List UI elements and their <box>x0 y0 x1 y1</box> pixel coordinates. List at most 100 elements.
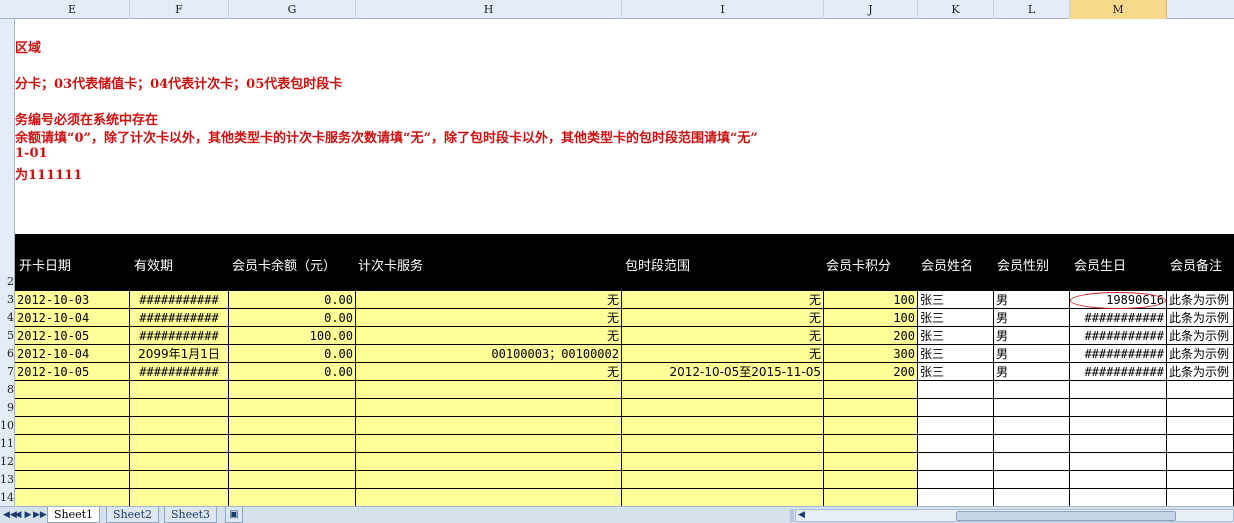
empty-cell[interactable] <box>356 381 622 399</box>
header-open-date[interactable]: 开卡日期 <box>19 255 71 274</box>
cell-validity[interactable]: ########### <box>130 309 229 327</box>
row-number[interactable]: 9 <box>0 401 14 414</box>
row-number[interactable]: 12 <box>0 455 14 468</box>
scrollbar-thumb[interactable] <box>956 511 1176 521</box>
cell-member-birthday[interactable]: ########### <box>1070 345 1167 363</box>
cell-points[interactable]: 300 <box>824 345 918 363</box>
cell-member-gender[interactable]: 男 <box>994 309 1070 327</box>
cell-time-range[interactable]: 无 <box>622 309 824 327</box>
cell-member-gender[interactable]: 男 <box>994 327 1070 345</box>
empty-cell[interactable] <box>15 381 130 399</box>
header-count-service[interactable]: 计次卡服务 <box>358 255 423 274</box>
header-member-name[interactable]: 会员姓名 <box>921 255 973 274</box>
empty-cell[interactable] <box>994 471 1070 489</box>
empty-cell[interactable] <box>130 453 229 471</box>
empty-cell[interactable] <box>824 381 918 399</box>
horizontal-scrollbar[interactable]: ◀ <box>795 509 1234 522</box>
empty-cell[interactable] <box>229 489 356 506</box>
empty-cell[interactable] <box>1070 417 1167 435</box>
column-header-k[interactable]: K <box>918 0 994 19</box>
empty-cell[interactable] <box>229 399 356 417</box>
sheet-tab-sheet1[interactable]: Sheet1 <box>47 507 101 523</box>
empty-cell[interactable] <box>1167 453 1234 471</box>
empty-cell[interactable] <box>229 435 356 453</box>
cell-member-note[interactable]: 此条为示例 <box>1167 327 1234 345</box>
empty-cell[interactable] <box>130 489 229 506</box>
row-number[interactable]: 2 <box>0 275 14 288</box>
cell-open-date[interactable]: 2012-10-04 <box>15 345 130 363</box>
tab-split-handle[interactable] <box>790 509 794 522</box>
cell-points[interactable]: 200 <box>824 363 918 381</box>
empty-cell[interactable] <box>1070 453 1167 471</box>
next-sheet-button[interactable]: ▶ <box>23 508 33 522</box>
cell-count-service[interactable]: 无 <box>356 309 622 327</box>
column-header-i[interactable]: I <box>622 0 824 19</box>
cell-balance[interactable]: 100.00 <box>229 327 356 345</box>
header-member-gender[interactable]: 会员性别 <box>997 255 1049 274</box>
column-header-f[interactable]: F <box>130 0 229 19</box>
column-header-g[interactable]: G <box>229 0 356 19</box>
row-number[interactable]: 4 <box>0 311 14 324</box>
cell-count-service[interactable]: 00100003；00100002 <box>356 345 622 363</box>
cell-member-name[interactable]: 张三 <box>918 291 994 309</box>
cell-member-name[interactable]: 张三 <box>918 345 994 363</box>
header-points[interactable]: 会员卡积分 <box>826 255 891 274</box>
empty-cell[interactable] <box>622 471 824 489</box>
empty-cell[interactable] <box>622 417 824 435</box>
header-validity[interactable]: 有效期 <box>134 255 173 274</box>
empty-cell[interactable] <box>1167 471 1234 489</box>
empty-cell[interactable] <box>229 453 356 471</box>
empty-cell[interactable] <box>356 453 622 471</box>
empty-cell[interactable] <box>918 417 994 435</box>
empty-cell[interactable] <box>918 489 994 506</box>
row-number[interactable]: 8 <box>0 383 14 396</box>
cell-open-date[interactable]: 2012-10-05 <box>15 327 130 345</box>
cell-member-birthday[interactable]: ########### <box>1070 327 1167 345</box>
empty-cell[interactable] <box>1070 471 1167 489</box>
cell-member-gender[interactable]: 男 <box>994 363 1070 381</box>
cell-member-gender[interactable]: 男 <box>994 291 1070 309</box>
empty-cell[interactable] <box>622 489 824 506</box>
insert-sheet-icon[interactable]: ▣ <box>225 507 243 523</box>
row-number[interactable]: 5 <box>0 329 14 342</box>
column-header-j[interactable]: J <box>824 0 918 19</box>
cell-balance[interactable]: 0.00 <box>229 345 356 363</box>
empty-cell[interactable] <box>824 453 918 471</box>
cell-member-birthday[interactable]: ########### <box>1070 309 1167 327</box>
first-sheet-button[interactable]: ◀◀ <box>3 508 17 522</box>
cell-validity[interactable]: 2099年1月1日 <box>130 345 229 363</box>
empty-cell[interactable] <box>130 435 229 453</box>
sheet-tab-sheet3[interactable]: Sheet3 <box>164 507 218 523</box>
empty-cell[interactable] <box>994 381 1070 399</box>
cell-time-range[interactable]: 2012-10-05至2015-11-05 <box>622 363 824 381</box>
empty-cell[interactable] <box>229 381 356 399</box>
empty-cell[interactable] <box>356 435 622 453</box>
empty-cell[interactable] <box>918 399 994 417</box>
empty-cell[interactable] <box>622 381 824 399</box>
cell-count-service[interactable]: 无 <box>356 291 622 309</box>
scroll-left-icon[interactable]: ◀ <box>798 510 805 521</box>
empty-cell[interactable] <box>1070 489 1167 506</box>
empty-cell[interactable] <box>15 453 130 471</box>
cell-validity[interactable]: ########### <box>130 327 229 345</box>
empty-cell[interactable] <box>918 453 994 471</box>
cell-time-range[interactable]: 无 <box>622 345 824 363</box>
cell-member-note[interactable]: 此条为示例 <box>1167 309 1234 327</box>
prev-sheet-button[interactable]: ◀ <box>13 508 23 522</box>
cell-member-note[interactable]: 此条为示例 <box>1167 291 1234 309</box>
empty-cell[interactable] <box>994 435 1070 453</box>
cell-member-note[interactable]: 此条为示例 <box>1167 345 1234 363</box>
empty-cell[interactable] <box>1070 381 1167 399</box>
empty-cell[interactable] <box>356 399 622 417</box>
last-sheet-button[interactable]: ▶▶ <box>33 508 47 522</box>
empty-cell[interactable] <box>622 453 824 471</box>
header-balance[interactable]: 会员卡余额（元） <box>232 255 336 274</box>
empty-cell[interactable] <box>15 489 130 506</box>
empty-cell[interactable] <box>15 435 130 453</box>
empty-cell[interactable] <box>622 435 824 453</box>
row-number[interactable]: 10 <box>0 419 14 432</box>
empty-cell[interactable] <box>15 399 130 417</box>
row-number[interactable]: 13 <box>0 473 14 486</box>
cell-member-birthday[interactable]: ########### <box>1070 363 1167 381</box>
column-header-h[interactable]: H <box>356 0 622 19</box>
